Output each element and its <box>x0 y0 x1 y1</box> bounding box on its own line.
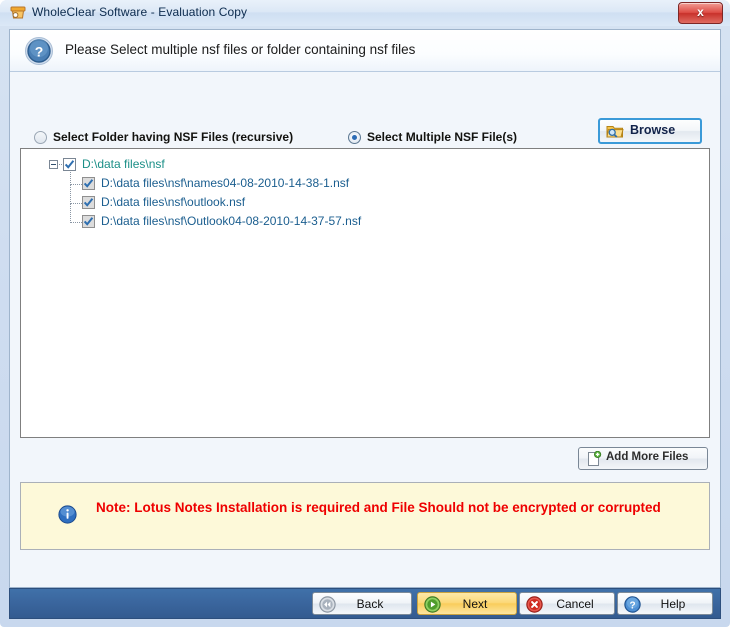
checkbox-root[interactable] <box>63 158 76 171</box>
tree-connector <box>70 210 82 223</box>
tree-node-file-2-label: D:\data files\nsf\outlook.nsf <box>101 195 246 209</box>
next-button-label: Next <box>462 597 488 611</box>
close-button[interactable]: x <box>678 2 723 24</box>
window-title: WholeClear Software - Evaluation Copy <box>32 5 248 19</box>
radio-circle-folder <box>34 131 47 144</box>
application-window: WholeClear Software - Evaluation Copy x … <box>0 0 730 627</box>
folder-search-icon <box>606 123 624 139</box>
help-button-label: Help <box>660 597 686 611</box>
browse-button-label: Browse <box>630 123 676 137</box>
cancel-button[interactable]: Cancel <box>519 592 615 615</box>
svg-text:?: ? <box>35 44 44 60</box>
collapse-icon[interactable] <box>49 160 58 169</box>
file-tree[interactable]: D:\data files\nsf D:\data files\nsf\name… <box>20 148 710 438</box>
next-button[interactable]: Next <box>417 592 517 615</box>
cancel-button-label: Cancel <box>556 597 594 611</box>
back-button[interactable]: Back <box>312 592 412 615</box>
back-button-label: Back <box>356 597 384 611</box>
question-circle-icon: ? <box>24 36 54 66</box>
title-bar: WholeClear Software - Evaluation Copy x <box>0 0 730 26</box>
checkbox-file-3[interactable] <box>82 215 95 228</box>
radio-label-files: Select Multiple NSF File(s) <box>367 130 518 144</box>
tree-node-file-1-label: D:\data files\nsf\names04-08-2010-14-38-… <box>101 176 350 190</box>
instruction-header: ? Please Select multiple nsf files or fo… <box>10 30 720 72</box>
radio-circle-files <box>348 131 361 144</box>
checkbox-file-1[interactable] <box>82 177 95 190</box>
note-text: Note: Lotus Notes Installation is requir… <box>96 500 661 515</box>
app-box-icon <box>9 4 27 22</box>
browse-button[interactable]: Browse <box>598 118 702 144</box>
note-panel: Note: Lotus Notes Installation is requir… <box>20 482 710 550</box>
tree-node-file-3-label: D:\data files\nsf\Outlook04-08-2010-14-3… <box>101 214 362 228</box>
add-more-files-label: Add More Files <box>606 451 689 463</box>
tree-node-root-label: D:\data files\nsf <box>82 157 165 171</box>
instruction-text: Please Select multiple nsf files or fold… <box>65 42 416 57</box>
radio-label-folder: Select Folder having NSF Files (recursiv… <box>53 130 294 144</box>
help-button[interactable]: ? Help <box>617 592 713 615</box>
document-add-icon <box>586 450 602 467</box>
footer-bar: Back Next Cancel ? Help <box>9 588 721 619</box>
info-circle-icon <box>58 505 77 524</box>
client-area: ? Please Select multiple nsf files or fo… <box>9 29 721 588</box>
add-more-files-button[interactable]: Add More Files <box>578 447 708 470</box>
checkbox-file-2[interactable] <box>82 196 95 209</box>
close-icon: x <box>697 5 704 19</box>
